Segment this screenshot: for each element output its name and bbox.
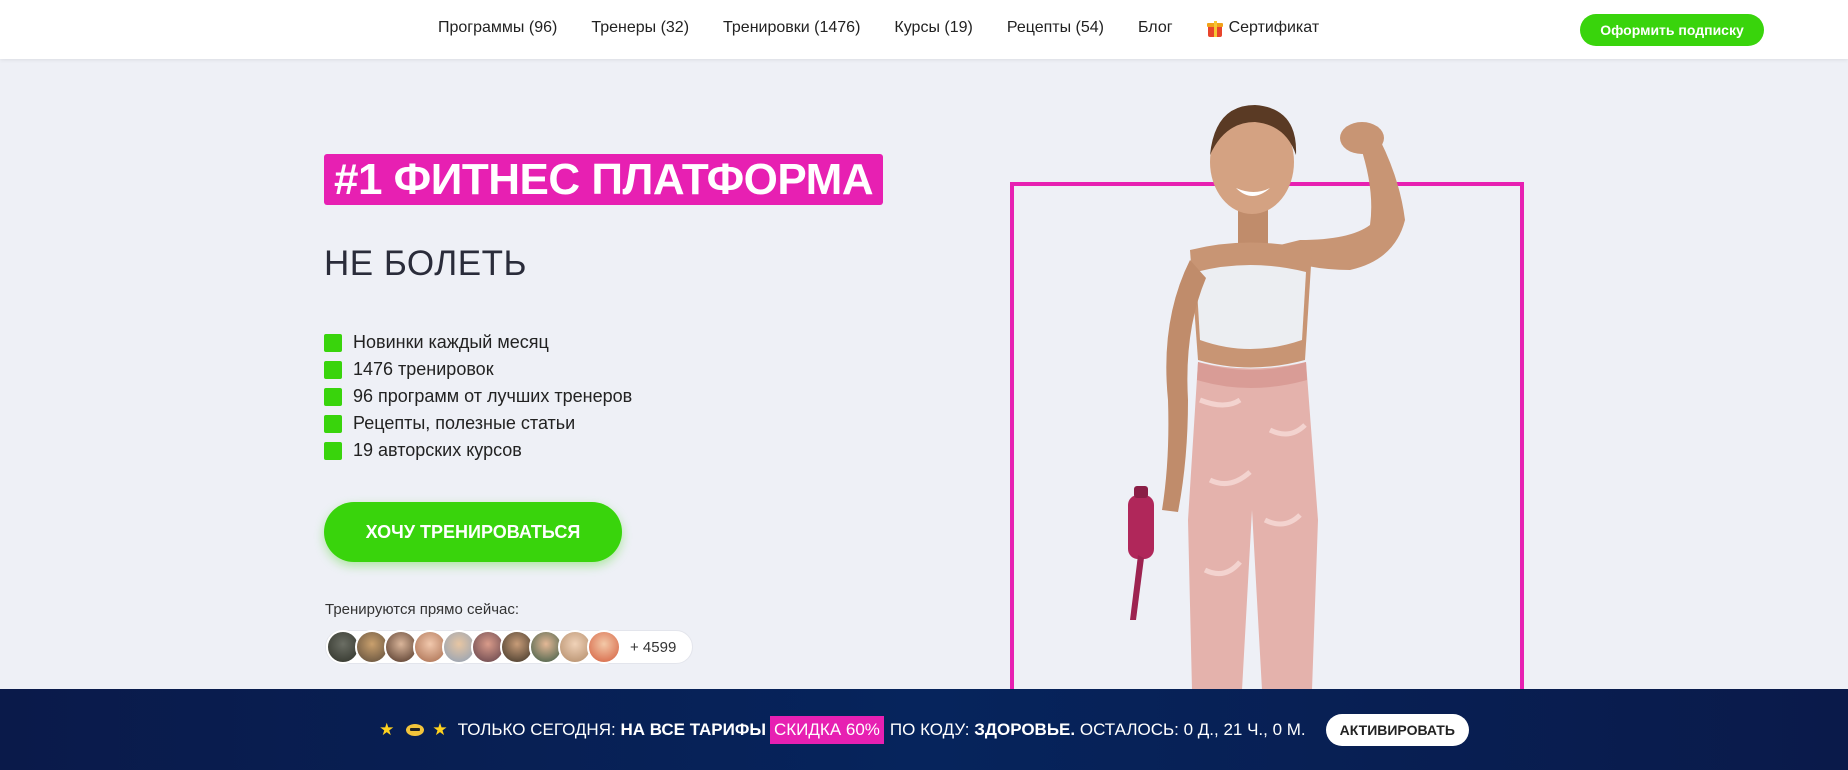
nav-recipes[interactable]: Рецепты (54) bbox=[1007, 19, 1104, 37]
nav-trainers[interactable]: Тренеры (32) bbox=[591, 19, 689, 37]
feature-item: Новинки каждый месяц bbox=[324, 329, 632, 356]
feature-item: Рецепты, полезные статьи bbox=[324, 410, 632, 437]
star-icon: ★ bbox=[432, 719, 452, 739]
hero-badge: #1 ФИТНЕС ПЛАТФОРМА bbox=[324, 154, 884, 205]
green-square-icon bbox=[324, 360, 342, 379]
hero-headline: НЕ БОЛЕТЬ bbox=[324, 244, 527, 283]
star-icon: ★ bbox=[379, 719, 399, 739]
promo-all-plans: НА ВСЕ ТАРИФЫ bbox=[620, 719, 766, 739]
feature-item: 19 авторских курсов bbox=[324, 437, 632, 464]
promo-discount-badge: СКИДКА 60% bbox=[770, 715, 884, 744]
activate-button[interactable]: АКТИВИРОВАТЬ bbox=[1325, 713, 1469, 746]
start-training-button[interactable]: ХОЧУ ТРЕНИРОВАТЬСЯ bbox=[324, 502, 622, 562]
nav-blog[interactable]: Блог bbox=[1138, 19, 1173, 37]
avatar bbox=[587, 630, 621, 664]
training-now-label: Тренируются прямо сейчас: bbox=[325, 601, 520, 618]
feature-list: Новинки каждый месяц 1476 тренировок 96 … bbox=[324, 329, 632, 464]
active-users-count: + 4599 bbox=[630, 638, 677, 656]
nav-certificate[interactable]: Сертификат bbox=[1206, 19, 1320, 37]
feature-item: 96 программ от лучших тренеров bbox=[324, 383, 632, 410]
sunglasses-emoji-icon bbox=[406, 723, 425, 736]
green-square-icon bbox=[324, 441, 342, 460]
feature-item: 1476 тренировок bbox=[324, 356, 632, 383]
site-header: Программы (96) Тренеры (32) Тренировки (… bbox=[0, 0, 1848, 59]
promo-by-code: ПО КОДУ: bbox=[889, 719, 970, 739]
promo-banner: ★ ★ ТОЛЬКО СЕГОДНЯ: НА ВСЕ ТАРИФЫ СКИДКА… bbox=[0, 689, 1848, 770]
fitness-model-image bbox=[1128, 105, 1405, 690]
gift-icon bbox=[1206, 19, 1223, 37]
green-square-icon bbox=[324, 387, 342, 406]
nav-certificate-label: Сертификат bbox=[1228, 19, 1320, 36]
promo-remaining: ОСТАЛОСЬ: 0 Д., 21 Ч., 0 М. bbox=[1079, 719, 1306, 739]
green-square-icon bbox=[324, 333, 342, 352]
green-square-icon bbox=[324, 414, 342, 433]
nav-workouts[interactable]: Тренировки (1476) bbox=[723, 19, 860, 37]
promo-prefix: ТОЛЬКО СЕГОДНЯ: bbox=[457, 719, 616, 739]
main-nav: Программы (96) Тренеры (32) Тренировки (… bbox=[438, 0, 1319, 56]
nav-programs[interactable]: Программы (96) bbox=[438, 19, 557, 37]
promo-code: ЗДОРОВЬЕ. bbox=[974, 719, 1076, 739]
active-users-group[interactable]: + 4599 bbox=[325, 630, 694, 664]
nav-courses[interactable]: Курсы (19) bbox=[894, 19, 972, 37]
subscribe-button[interactable]: Оформить подписку bbox=[1580, 14, 1764, 46]
